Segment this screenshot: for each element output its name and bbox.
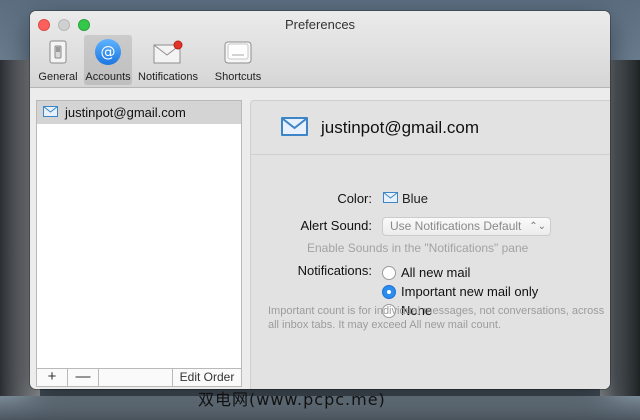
account-email-title: justinpot@gmail.com xyxy=(321,117,480,137)
tab-shortcuts-label: Shortcuts xyxy=(214,71,262,83)
tab-notifications[interactable]: Notifications xyxy=(134,35,202,85)
color-picker[interactable]: Blue xyxy=(383,191,428,206)
preferences-window: Preferences General @ Accounts Notificat… xyxy=(30,11,610,389)
at-sign-icon: @ xyxy=(92,38,124,66)
color-label: Color: xyxy=(337,191,372,206)
list-item-account[interactable]: justinpot@gmail.com xyxy=(37,101,241,124)
svg-text:@: @ xyxy=(101,43,116,61)
preferences-toolbar: General @ Accounts Notifications Shortcu… xyxy=(34,35,274,85)
radio-label: All new mail xyxy=(401,265,471,280)
radio-label: Important new mail only xyxy=(401,284,539,299)
remove-account-button[interactable]: — xyxy=(68,369,99,386)
notifications-label: Notifications: xyxy=(297,263,372,278)
notification-envelope-icon xyxy=(152,38,184,66)
radio-button[interactable] xyxy=(382,265,396,280)
alert-sound-label: Alert Sound: xyxy=(300,218,372,233)
general-switch-icon xyxy=(42,38,74,66)
important-count-note: Important count is for individual messag… xyxy=(268,305,605,331)
watermark: 双电网(www.pcpc.me) xyxy=(198,390,386,409)
keyboard-key-icon xyxy=(222,38,254,66)
tab-general-label: General xyxy=(38,71,78,83)
envelope-icon xyxy=(280,116,309,140)
radio-button[interactable] xyxy=(382,284,396,299)
footer-spacer xyxy=(99,369,173,386)
add-account-button[interactable]: + xyxy=(37,369,68,386)
title-bar: Preferences General @ Accounts Notificat… xyxy=(30,11,610,88)
edit-order-button[interactable]: Edit Order xyxy=(173,369,241,386)
alert-sound-hint: Enable Sounds in the "Notifications" pan… xyxy=(307,241,529,255)
color-value: Blue xyxy=(402,191,429,206)
envelope-icon xyxy=(43,105,58,120)
alert-sound-select[interactable]: Use Notifications Default ⌃⌄ xyxy=(382,217,551,236)
select-arrows-icon: ⌃⌄ xyxy=(529,221,546,232)
tab-accounts[interactable]: @ Accounts xyxy=(84,35,132,85)
radio-important-mail[interactable]: Important new mail only xyxy=(382,284,538,299)
tab-shortcuts[interactable]: Shortcuts xyxy=(204,35,272,85)
tab-accounts-label: Accounts xyxy=(85,71,131,83)
tab-general[interactable]: General xyxy=(34,35,82,85)
envelope-icon xyxy=(383,191,398,206)
tab-notifications-label: Notifications xyxy=(138,71,198,83)
accounts-list: justinpot@gmail.com + — Edit Order xyxy=(36,100,242,387)
alert-sound-value: Use Notifications Default xyxy=(390,219,522,233)
accounts-pane: justinpot@gmail.com + — Edit Order justi… xyxy=(30,89,610,389)
window-title: Preferences xyxy=(284,17,356,32)
account-label: justinpot@gmail.com xyxy=(65,105,186,120)
list-footer: + — Edit Order xyxy=(37,368,241,386)
radio-all-new-mail[interactable]: All new mail xyxy=(382,265,470,280)
account-header: justinpot@gmail.com xyxy=(251,101,610,155)
